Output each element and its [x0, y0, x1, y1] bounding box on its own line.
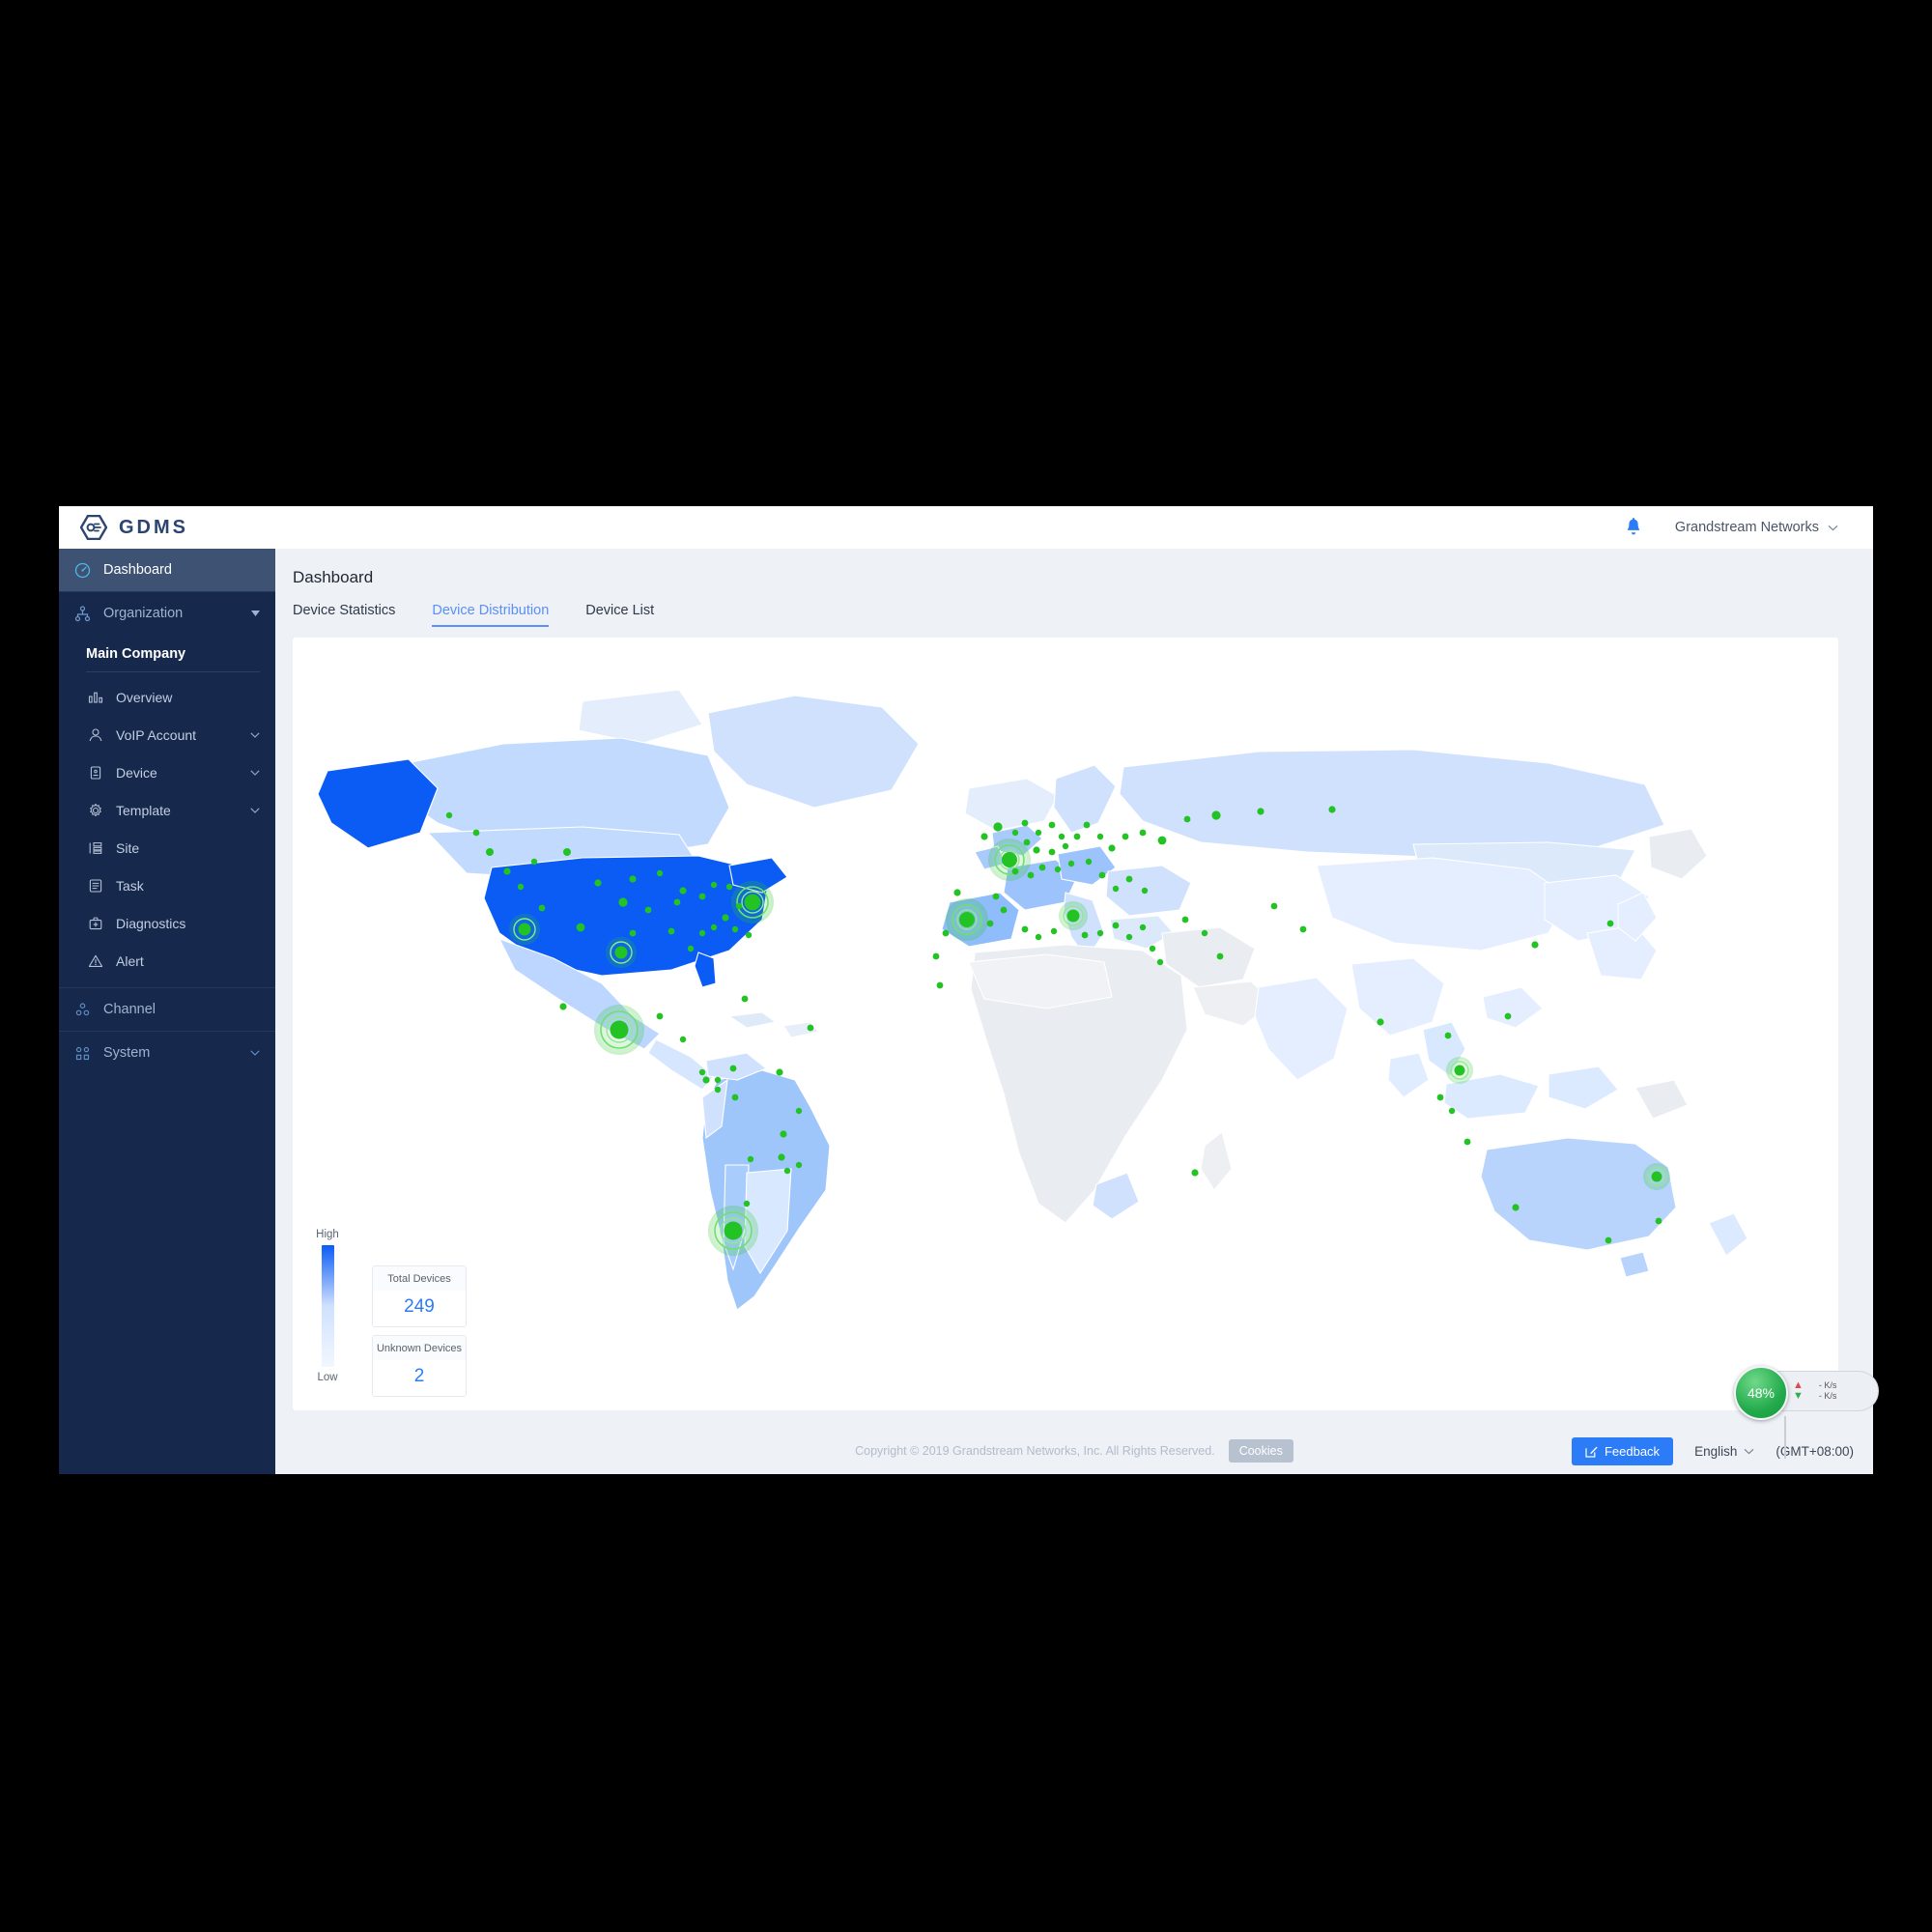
footer-bar: Copyright © 2019 Grandstream Networks, I…	[275, 1428, 1873, 1474]
sidebar-item-dashboard[interactable]: Dashboard	[59, 549, 275, 591]
device-distribution-map-card: High Low Total Devices 249 Unknown Devic…	[293, 638, 1838, 1410]
legend-gradient-bar	[321, 1245, 334, 1367]
site-list-icon	[89, 841, 102, 854]
feedback-label: Feedback	[1604, 1443, 1661, 1459]
timezone-label: (GMT+08:00)	[1776, 1443, 1854, 1459]
account-name: Grandstream Networks	[1674, 520, 1819, 535]
sidebar-item-label: Task	[116, 877, 144, 894]
channel-nodes-icon	[75, 1002, 90, 1015]
stat-card-unknown-devices: Unknown Devices 2	[372, 1335, 467, 1397]
chevron-down-icon	[250, 1050, 260, 1056]
sidebar-item-label: Channel	[103, 1002, 156, 1017]
sidebar-item-label: Template	[116, 802, 171, 818]
stat-value: 249	[404, 1296, 435, 1317]
legend-high-label: High	[316, 1229, 339, 1240]
map-stat-cards: Total Devices 249 Unknown Devices 2	[372, 1265, 467, 1397]
sidebar-item-label: Diagnostics	[116, 915, 186, 931]
sidebar-item-alert[interactable]: Alert	[59, 942, 275, 980]
sidebar-item-label: Device	[116, 764, 157, 781]
brand-name: GDMS	[119, 516, 188, 538]
sidebar-item-label: Organization	[103, 606, 184, 621]
warning-triangle-icon	[88, 954, 103, 967]
gdms-application-window: GDMS Grandstream Networks Dashboard Orga…	[59, 506, 1873, 1474]
sidebar-company-rule	[86, 671, 260, 672]
header-right-controls: Grandstream Networks	[1625, 518, 1873, 537]
gear-icon	[90, 803, 101, 816]
main-content: Dashboard Device Statistics Device Distr…	[275, 549, 1873, 1474]
account-menu[interactable]: Grandstream Networks	[1675, 520, 1838, 535]
sidebar-item-channel[interactable]: Channel	[59, 988, 275, 1031]
bell-icon[interactable]	[1625, 518, 1642, 537]
tab-device-list[interactable]: Device List	[585, 603, 654, 627]
speedometer-icon	[74, 562, 91, 578]
arrow-down-icon: ▼	[1793, 1390, 1804, 1402]
sidebar-item-label: VoIP Account	[116, 726, 197, 743]
sidebar-item-device[interactable]: Device	[59, 753, 275, 791]
tab-device-distribution[interactable]: Device Distribution	[432, 603, 549, 627]
cookies-button[interactable]: Cookies	[1228, 1439, 1293, 1463]
stat-label: Unknown Devices	[373, 1336, 466, 1360]
page-title: Dashboard	[293, 568, 374, 586]
edit-square-icon	[1585, 1446, 1598, 1458]
sidebar-navigation: Dashboard Organization Main Company Over…	[59, 549, 275, 1474]
download-row: ▼ - K/s	[1793, 1391, 1878, 1402]
gdms-hexagon-logo-icon	[80, 515, 107, 540]
chevron-down-icon	[250, 731, 260, 738]
caret-down-icon	[251, 611, 260, 616]
bar-chart-icon	[88, 692, 103, 703]
sidebar-item-label: Alert	[116, 952, 144, 969]
chevron-down-icon	[1744, 1448, 1754, 1454]
world-map-svg	[293, 643, 1838, 1343]
map-density-legend: High Low	[310, 1229, 345, 1383]
sidebar-item-label: System	[103, 1045, 151, 1061]
toolkit-icon	[89, 917, 102, 929]
chevron-down-icon	[250, 769, 260, 776]
grid-squares-icon	[75, 1046, 90, 1060]
upload-row: ▲ - K/s	[1793, 1380, 1878, 1391]
sidebar-item-task[interactable]: Task	[59, 867, 275, 904]
top-header-bar: GDMS Grandstream Networks	[59, 506, 1873, 549]
chevron-down-icon	[250, 807, 260, 813]
language-label: English	[1694, 1443, 1738, 1459]
world-map[interactable]: High Low Total Devices 249 Unknown Devic…	[293, 638, 1838, 1410]
sidebar-item-system[interactable]: System	[59, 1032, 275, 1074]
feedback-button[interactable]: Feedback	[1571, 1436, 1674, 1465]
footer-right: Feedback English (GMT+08:00)	[1571, 1436, 1854, 1465]
sidebar-item-overview[interactable]: Overview	[59, 678, 275, 716]
task-list-icon	[89, 878, 102, 893]
widget-stem	[1784, 1416, 1786, 1459]
upload-speed: - K/s	[1818, 1380, 1837, 1390]
sidebar-item-voip-account[interactable]: VoIP Account	[59, 716, 275, 753]
user-icon	[89, 727, 102, 741]
sidebar-item-label: Site	[116, 839, 140, 856]
sidebar-item-diagnostics[interactable]: Diagnostics	[59, 904, 275, 942]
copyright-text: Copyright © 2019 Grandstream Networks, I…	[855, 1444, 1215, 1458]
cpu-percent-gauge[interactable]: 48%	[1734, 1366, 1788, 1420]
tab-bar: Device Statistics Device Distribution De…	[275, 587, 1873, 627]
sidebar-company-name: Main Company	[86, 646, 186, 662]
device-icon	[90, 765, 101, 780]
legend-low-label: Low	[317, 1372, 338, 1383]
sidebar-item-label: Overview	[116, 689, 173, 705]
language-selector[interactable]: English	[1694, 1444, 1754, 1459]
chevron-down-icon	[1828, 525, 1838, 530]
sidebar-item-site[interactable]: Site	[59, 829, 275, 867]
tab-device-statistics[interactable]: Device Statistics	[293, 603, 395, 627]
stat-card-total-devices: Total Devices 249	[372, 1265, 467, 1327]
org-tree-icon	[74, 605, 91, 621]
sidebar-item-template[interactable]: Template	[59, 791, 275, 829]
stat-value: 2	[413, 1366, 425, 1386]
stat-label: Total Devices	[373, 1266, 466, 1291]
download-speed: - K/s	[1818, 1391, 1837, 1401]
brand-area[interactable]: GDMS	[59, 515, 188, 540]
sidebar-item-label: Dashboard	[103, 562, 172, 578]
sidebar-item-organization[interactable]: Organization	[59, 592, 275, 635]
